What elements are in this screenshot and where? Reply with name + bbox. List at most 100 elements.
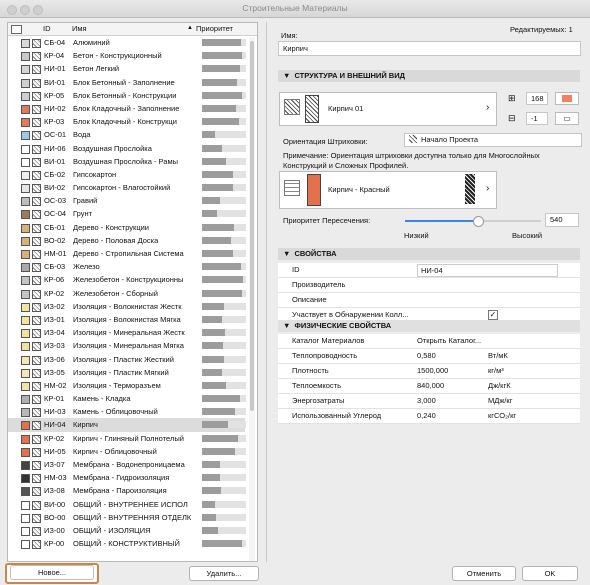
material-row[interactable]: НМ-01 Дерево - Стропильная Система bbox=[8, 247, 246, 260]
material-row[interactable]: НИ-04 Кирпич bbox=[8, 418, 246, 432]
material-row[interactable]: КР-06 Железобетон - Конструкционны bbox=[8, 273, 246, 286]
material-row[interactable]: КР-01 Камень - Кладка bbox=[8, 392, 246, 405]
column-header-id[interactable]: ID bbox=[43, 24, 51, 33]
collapse-triangle-icon: ▼ bbox=[283, 71, 291, 80]
material-row[interactable]: СБ-01 Дерево - Конструкции bbox=[8, 221, 246, 234]
column-header-priority[interactable]: Приоритет bbox=[196, 24, 233, 33]
property-value[interactable]: 3,000 bbox=[417, 394, 436, 408]
fill-swatch bbox=[32, 355, 41, 365]
fill-swatch bbox=[32, 395, 41, 405]
priority-bar-fill bbox=[202, 395, 240, 403]
priority-bar bbox=[202, 500, 246, 508]
material-row[interactable]: ИЗ-05 Изоляция - Пластик Мягкий bbox=[8, 366, 246, 379]
material-row[interactable]: СБ-03 Железо bbox=[8, 260, 246, 273]
collision-checkbox[interactable]: ✓ bbox=[488, 310, 498, 320]
material-row[interactable]: НИ-02 Блок Кладочный - Заполнение bbox=[8, 102, 246, 115]
fill-swatch bbox=[32, 540, 41, 550]
material-row[interactable]: НМ-03 Мембрана - Гидроизоляция bbox=[8, 471, 246, 484]
property-row[interactable]: Использованный Углерод 0,240 кгСО₂/кг bbox=[278, 409, 580, 424]
section-structure-header[interactable]: ▼ СТРУКТУРА И ВНЕШНИЙ ВИД bbox=[278, 70, 580, 82]
material-row[interactable]: ВИ-00 ОБЩИЙ - ВНУТРЕННЕЕ ИСПОЛ bbox=[8, 498, 246, 511]
name-field[interactable]: Кирпич bbox=[278, 41, 581, 56]
property-row[interactable]: Описание bbox=[278, 293, 580, 308]
material-row[interactable]: КР-05 Блок Бетонный - Конструкции bbox=[8, 89, 246, 102]
property-row[interactable]: ID НИ-04 bbox=[278, 263, 580, 278]
property-value[interactable]: 840,000 bbox=[417, 379, 444, 393]
property-row[interactable]: Теплоемкость 840,000 Дж/кгК bbox=[278, 379, 580, 394]
priority-bar-fill bbox=[202, 289, 243, 297]
material-row[interactable]: НИ-03 Камень - Облицовочный bbox=[8, 405, 246, 418]
material-row[interactable]: НИ-05 Кирпич - Облицовочный bbox=[8, 445, 246, 458]
priority-slider-track[interactable] bbox=[405, 216, 541, 227]
material-row[interactable]: КР-02 Железобетон - Сборный bbox=[8, 287, 246, 300]
material-row[interactable]: НИ-01 Бетон Легкий bbox=[8, 62, 246, 75]
material-row[interactable]: ИЗ-03 Изоляция - Минеральная Мягка bbox=[8, 339, 246, 352]
column-options-icon[interactable] bbox=[11, 25, 22, 34]
ok-button[interactable]: OK bbox=[522, 566, 578, 581]
monitor-icon[interactable]: ▭ bbox=[555, 112, 579, 125]
priority-bar-fill bbox=[202, 184, 233, 192]
list-scrollbar[interactable] bbox=[249, 37, 255, 561]
surface-swatch bbox=[21, 500, 30, 510]
material-row[interactable]: ОС-01 Вода bbox=[8, 128, 246, 141]
material-id: ВИ-01 bbox=[44, 156, 66, 166]
intersection-priority-field[interactable]: 540 bbox=[545, 213, 579, 227]
new-material-button[interactable]: Новое... bbox=[10, 565, 94, 580]
material-row[interactable]: СБ-04 Алюминий bbox=[8, 36, 246, 49]
property-value[interactable]: НИ-04 bbox=[417, 264, 558, 277]
material-row[interactable]: КР-02 Кирпич - Глиняный Полнотелый bbox=[8, 432, 246, 445]
surface-picker[interactable]: Кирпич - Красный › bbox=[279, 171, 497, 209]
property-row[interactable]: Производитель bbox=[278, 278, 580, 293]
property-row[interactable]: Плотность 1500,000 кг/м³ bbox=[278, 364, 580, 379]
property-name: ID bbox=[292, 265, 300, 274]
property-value[interactable]: 0,240 bbox=[417, 409, 436, 423]
material-row[interactable]: ИЗ-06 Изоляция - Пластик Жесткий bbox=[8, 353, 246, 366]
property-value[interactable]: Открыть Каталог... bbox=[417, 334, 481, 348]
material-row[interactable]: СБ-02 Гипсокартон bbox=[8, 168, 246, 181]
material-row[interactable]: ИЗ-02 Изоляция - Волокнистая Жестк bbox=[8, 300, 246, 313]
zoom-window-button[interactable] bbox=[33, 5, 43, 15]
pen-color-button[interactable] bbox=[555, 92, 579, 105]
material-row[interactable]: КР-04 Бетон - Конструкционный bbox=[8, 49, 246, 62]
hatch-orientation-select[interactable]: Начало Проекта bbox=[404, 133, 582, 147]
property-value[interactable]: 1500,000 bbox=[417, 364, 448, 378]
pen-field[interactable]: 168 bbox=[526, 92, 548, 105]
section-physical-header[interactable]: ▼ ФИЗИЧЕСКИЕ СВОЙСТВА bbox=[278, 320, 580, 332]
material-row[interactable]: НИ-06 Воздушная Прослойка bbox=[8, 142, 246, 155]
property-row[interactable]: Каталог Материалов Открыть Каталог... bbox=[278, 334, 580, 349]
material-row[interactable]: ОС-04 Грунт bbox=[8, 207, 246, 220]
priority-slider-knob[interactable] bbox=[473, 216, 485, 227]
material-row[interactable]: ВО-02 Дерево - Половая Доска bbox=[8, 234, 246, 247]
material-row[interactable]: КР-03 Блок Кладочный - Конструкци bbox=[8, 115, 246, 128]
section-structure-title: СТРУКТУРА И ВНЕШНИЙ ВИД bbox=[294, 71, 405, 80]
background-pen-field[interactable]: -1 bbox=[526, 112, 548, 125]
material-row[interactable]: ИЗ-07 Мембрана - Водонепроницаема bbox=[8, 458, 246, 471]
property-row[interactable]: Энергозатраты 3,000 МДж/кг bbox=[278, 394, 580, 409]
surface-swatch bbox=[21, 236, 30, 246]
material-row[interactable]: КР-00 ОБЩИЙ - КОНСТРУКТИВНЫЙ bbox=[8, 537, 246, 550]
material-row[interactable]: ВИ-01 Воздушная Прослойка - Рамы bbox=[8, 155, 246, 168]
cut-fill-picker[interactable]: Кирпич 01 › bbox=[279, 92, 497, 126]
material-row[interactable]: ВО-00 ОБЩИЙ - ВНУТРЕННЯЯ ОТДЕЛК bbox=[8, 511, 246, 524]
priority-bar-fill bbox=[202, 500, 216, 508]
material-row[interactable]: ИЗ-04 Изоляция - Минеральная Жестк bbox=[8, 326, 246, 339]
delete-material-button[interactable]: Удалить... bbox=[189, 566, 259, 581]
material-row[interactable]: ИЗ-08 Мембрана - Пароизоляция bbox=[8, 484, 246, 497]
material-id: ИЗ-02 bbox=[44, 301, 65, 311]
priority-bar bbox=[202, 487, 246, 495]
close-window-button[interactable] bbox=[7, 5, 17, 15]
column-header-name[interactable]: Имя bbox=[72, 24, 87, 33]
property-value[interactable]: 0,580 bbox=[417, 349, 436, 363]
material-row[interactable]: ИЗ-01 Изоляция - Волокнистая Мягка bbox=[8, 313, 246, 326]
material-row[interactable]: ВИ-02 Гипсокартон - Влагостойкий bbox=[8, 181, 246, 194]
scrollbar-thumb[interactable] bbox=[250, 41, 254, 411]
material-row[interactable]: ИЗ-00 ОБЩИЙ - ИЗОЛЯЦИЯ bbox=[8, 524, 246, 537]
material-row[interactable]: ВИ-01 Блок Бетонный - Заполнение bbox=[8, 76, 246, 89]
panel-divider[interactable] bbox=[266, 22, 267, 562]
material-row[interactable]: НМ-02 Изоляция - Терморазъем bbox=[8, 379, 246, 392]
cancel-button[interactable]: Отменить bbox=[452, 566, 516, 581]
property-row[interactable]: Теплопроводность 0,580 Вт/мК bbox=[278, 349, 580, 364]
minimize-window-button[interactable] bbox=[20, 5, 30, 15]
section-properties-header[interactable]: ▼ СВОЙСТВА bbox=[278, 248, 580, 260]
material-row[interactable]: ОС-03 Гравий bbox=[8, 194, 246, 207]
